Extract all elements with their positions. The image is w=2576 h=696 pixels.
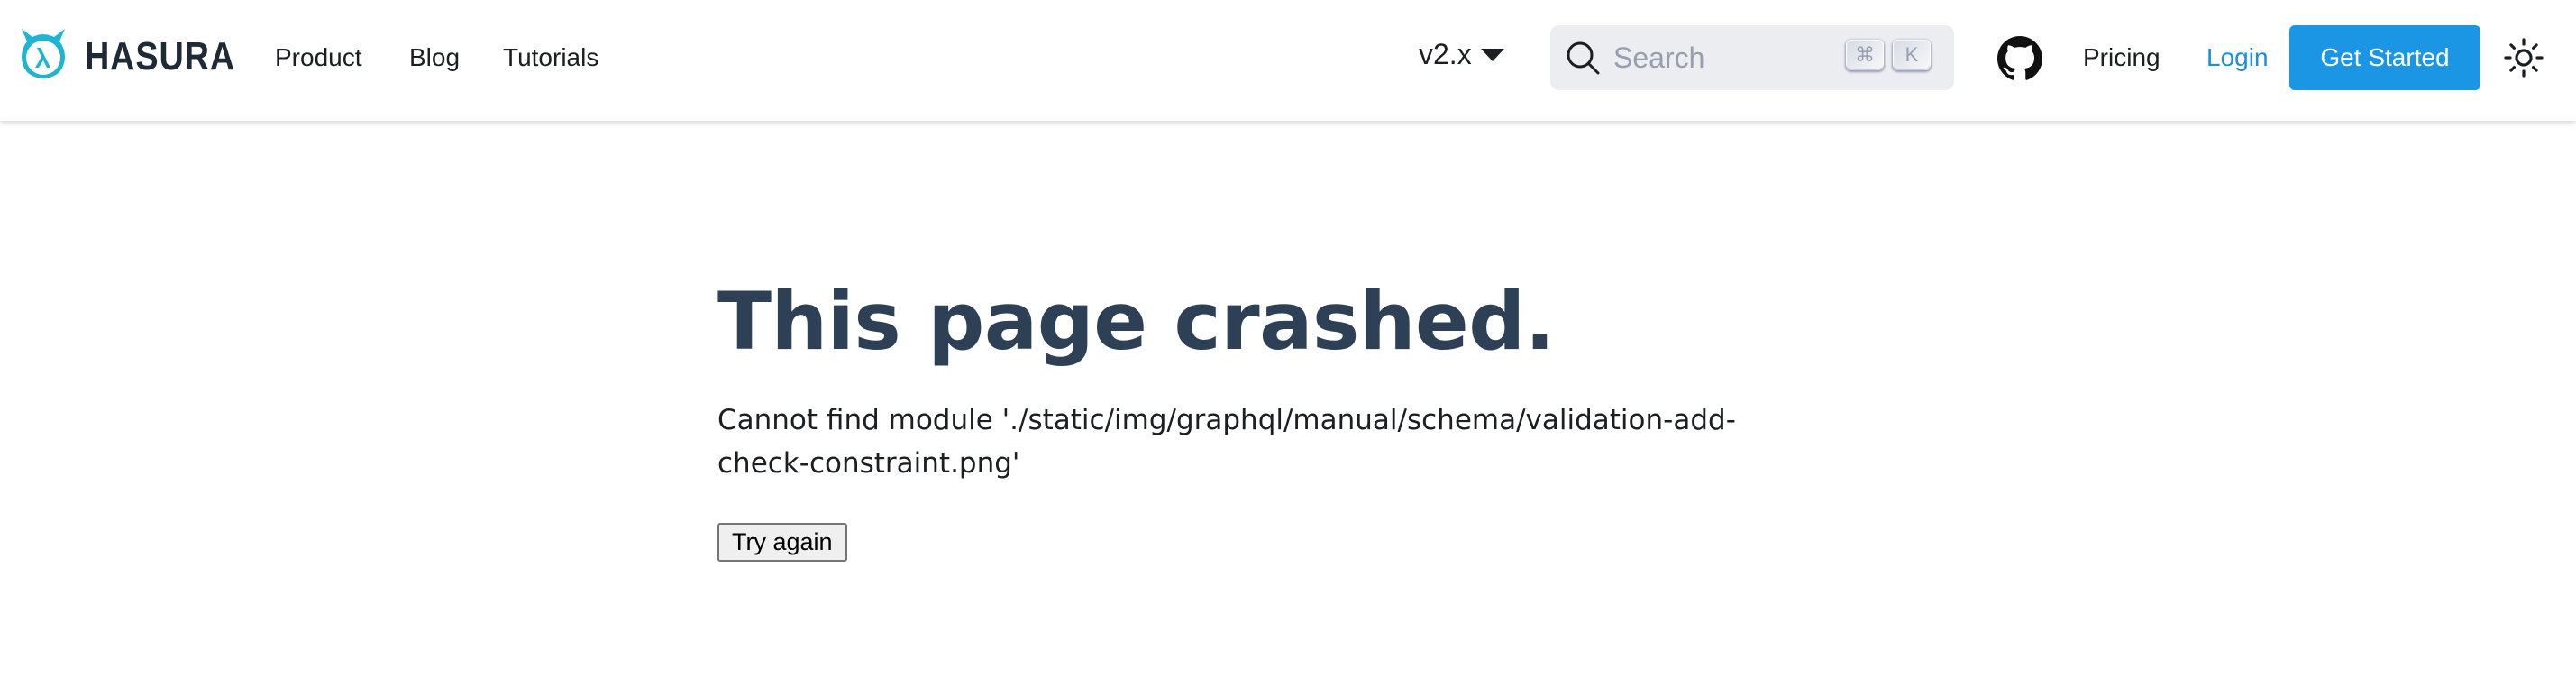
brand-name: HASURA (85, 34, 236, 78)
top-navbar: HASURA Product Blog Tutorials v2.x Searc… (0, 0, 2576, 121)
page-title: This page crashed. (717, 275, 1555, 368)
hasura-logo-icon (21, 29, 66, 78)
version-dropdown[interactable]: v2.x (1419, 38, 1504, 71)
try-again-button[interactable]: Try again (717, 523, 847, 562)
nav-link-product[interactable]: Product (275, 40, 362, 76)
nav-link-tutorials[interactable]: Tutorials (503, 40, 598, 76)
search-icon (1567, 41, 1600, 75)
shortcut-key-k: K (1893, 40, 1931, 70)
error-content: This page crashed. Cannot find module '.… (717, 267, 1808, 562)
shortcut-key-cmd: ⌘ (1846, 40, 1884, 70)
version-label: v2.x (1419, 38, 1472, 70)
login-link[interactable]: Login (2206, 40, 2269, 76)
sun-icon[interactable] (2502, 36, 2545, 79)
error-message: Cannot find module './static/img/graphql… (717, 404, 1736, 480)
nav-link-blog[interactable]: Blog (409, 40, 460, 76)
search-button[interactable]: Search ⌘ K (1550, 25, 1954, 90)
brand-link[interactable]: HASURA (13, 25, 260, 88)
caret-down-icon (1480, 48, 1504, 61)
github-icon[interactable] (1997, 36, 2042, 81)
get-started-button[interactable]: Get Started (2289, 25, 2480, 90)
pricing-link[interactable]: Pricing (2083, 40, 2160, 76)
search-placeholder: Search (1613, 41, 1705, 74)
